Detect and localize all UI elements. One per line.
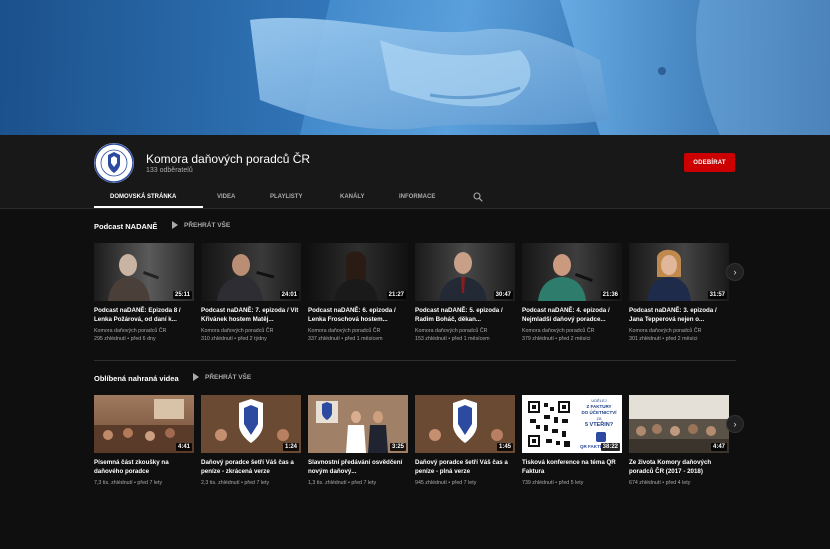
tab-videos[interactable]: VIDEA — [217, 186, 235, 208]
video-title[interactable]: Podcast naDANĚ: 7. epizoda / Vít Křiváne… — [201, 306, 301, 324]
video-duration: 25:11 — [172, 291, 192, 299]
video-duration: 21:36 — [600, 291, 620, 299]
video-title[interactable]: Daňový poradce šetří Váš čas a peníze - … — [201, 458, 301, 476]
subscribe-button[interactable]: ODEBÍRAT — [684, 153, 735, 172]
video-card[interactable]: 21:36 Podcast naDANĚ: 4. epizoda / Nejml… — [522, 243, 622, 343]
video-thumbnail[interactable]: 3:25 — [308, 395, 408, 453]
qr-promo-text: UDĚLEJ Z FAKTURY DO ÚČETNICTVÍ ZA 5 VTEŘ… — [577, 398, 621, 428]
play-icon — [172, 221, 178, 229]
video-title[interactable]: Tisková konference na téma QR Faktura — [522, 458, 622, 476]
video-card[interactable]: UDĚLEJ Z FAKTURY DO ÚČETNICTVÍ ZA 5 VTEŘ… — [522, 395, 622, 487]
section-title-popular[interactable]: Oblíbená nahraná videa — [94, 374, 179, 383]
video-thumbnail[interactable]: 4:47 — [629, 395, 729, 453]
video-thumbnail[interactable]: UDĚLEJ Z FAKTURY DO ÚČETNICTVÍ ZA 5 VTEŘ… — [522, 395, 622, 453]
video-thumbnail[interactable]: 24:01 — [201, 243, 301, 301]
video-channel[interactable]: Komora daňových poradců ČR — [522, 327, 622, 335]
video-thumbnail[interactable]: 4:41 — [94, 395, 194, 453]
qr-promo-line: 5 VTEŘIN? — [584, 422, 614, 428]
play-all-podcast[interactable]: PŘEHRÁT VŠE — [172, 221, 230, 229]
video-title[interactable]: Slavnostní předávání osvědčení novým daň… — [308, 458, 408, 476]
video-title[interactable]: Podcast naDANĚ: Epizoda 8 / Lenka Požáro… — [94, 306, 194, 324]
chamber-logo-icon — [94, 143, 134, 183]
video-duration: 4:41 — [175, 443, 192, 451]
video-duration: 1:45 — [496, 443, 513, 451]
section-title-podcast[interactable]: Podcast NADANĚ — [94, 222, 157, 231]
tab-home[interactable]: DOMOVSKÁ STRÁNKA — [110, 186, 176, 208]
header-divider — [0, 208, 830, 209]
video-stats: 153 zhlédnutí • před 1 měsícem — [415, 336, 490, 342]
video-title[interactable]: Písemná část zkoušky na daňového poradce — [94, 458, 194, 476]
video-duration: 30:47 — [493, 291, 513, 299]
video-channel[interactable]: Komora daňových poradců ČR — [94, 327, 194, 335]
video-channel[interactable]: Komora daňových poradců ČR — [308, 327, 408, 335]
play-all-popular[interactable]: PŘEHRÁT VŠE — [193, 373, 251, 381]
video-title[interactable]: Podcast naDANĚ: 5. epizoda / Radim Boháč… — [415, 306, 515, 324]
video-stats: 7,3 tis. zhlédnutí • před 7 lety — [94, 480, 163, 486]
handshake-banner-image — [0, 0, 830, 135]
video-thumbnail[interactable]: 1:24 — [201, 395, 301, 453]
tab-about[interactable]: INFORMACE — [399, 186, 435, 208]
video-stats: 295 zhlédnutí • před 6 dny — [94, 336, 156, 342]
video-duration: 3:25 — [389, 443, 406, 451]
tab-playlists[interactable]: PLAYLISTY — [270, 186, 302, 208]
video-card[interactable]: 21:27 Podcast naDANĚ: 6. epizoda / Lenka… — [308, 243, 408, 343]
video-channel[interactable]: Komora daňových poradců ČR — [415, 327, 515, 335]
video-thumbnail[interactable]: 1:45 — [415, 395, 515, 453]
video-stats: 337 zhlédnutí • před 1 měsícem — [308, 336, 383, 342]
next-arrow-button[interactable]: › — [726, 263, 744, 281]
video-stats: 310 zhlédnutí • před 2 týdny — [201, 336, 267, 342]
video-stats: 739 zhlédnutí • před 5 lety — [522, 480, 584, 486]
video-card[interactable]: 3:25 Slavnostní předávání osvědčení nový… — [308, 395, 408, 487]
video-stats: 674 zhlédnutí • před 4 lety — [629, 480, 691, 486]
video-duration: 24:01 — [279, 291, 299, 299]
chevron-right-icon: › — [733, 267, 737, 277]
video-stats: 379 zhlédnutí • před 2 měsíci — [522, 336, 591, 342]
subscriber-count: 133 odběratelů — [146, 167, 193, 174]
video-thumbnail[interactable]: 31:57 — [629, 243, 729, 301]
play-icon — [193, 373, 199, 381]
video-thumbnail[interactable]: 30:47 — [415, 243, 515, 301]
video-channel[interactable]: Komora daňových poradců ČR — [201, 327, 301, 335]
video-thumbnail[interactable]: 21:27 — [308, 243, 408, 301]
video-duration: 38:22 — [600, 443, 620, 451]
next-arrow-button[interactable]: › — [726, 415, 744, 433]
video-duration: 4:47 — [710, 443, 727, 451]
video-thumbnail[interactable]: 25:11 — [94, 243, 194, 301]
section-divider — [94, 360, 736, 361]
play-all-label: PŘEHRÁT VŠE — [184, 221, 231, 229]
video-card[interactable]: 4:47 Ze života Komory daňových poradců Č… — [629, 395, 729, 487]
video-card[interactable]: 1:24 Daňový poradce šetří Váš čas a pení… — [201, 395, 301, 487]
video-card[interactable]: 25:11 Podcast naDANĚ: Epizoda 8 / Lenka … — [94, 243, 194, 343]
video-stats: 301 zhlédnutí • před 2 měsíci — [629, 336, 698, 342]
channel-avatar[interactable] — [94, 143, 134, 183]
video-channel[interactable]: Komora daňových poradců ČR — [629, 327, 729, 335]
channel-title: Komora daňových poradců ČR — [146, 152, 311, 166]
video-card[interactable]: 24:01 Podcast naDANĚ: 7. epizoda / Vít K… — [201, 243, 301, 343]
tab-channels[interactable]: KANÁLY — [340, 186, 364, 208]
video-card[interactable]: 30:47 Podcast naDANĚ: 5. epizoda / Radim… — [415, 243, 515, 343]
video-stats: 1,3 tis. zhlédnutí • před 7 lety — [308, 480, 377, 486]
video-title[interactable]: Podcast naDANĚ: 6. epizoda / Lenka Frosc… — [308, 306, 408, 324]
video-title[interactable]: Daňový poradce šetří Váš čas a peníze - … — [415, 458, 515, 476]
video-title[interactable]: Podcast naDANĚ: 4. epizoda / Nejmladší d… — [522, 306, 622, 324]
video-duration: 21:27 — [386, 291, 406, 299]
search-icon[interactable] — [473, 192, 483, 202]
video-stats: 945 zhlédnutí • před 7 lety — [415, 480, 477, 486]
channel-banner — [0, 0, 830, 135]
video-card[interactable]: 1:45 Daňový poradce šetří Váš čas a pení… — [415, 395, 515, 487]
video-duration: 1:24 — [282, 443, 299, 451]
video-card[interactable]: 4:41 Písemná část zkoušky na daňového po… — [94, 395, 194, 487]
video-duration: 31:57 — [707, 291, 727, 299]
video-card[interactable]: 31:57 Podcast naDANĚ: 3. epizoda / Jana … — [629, 243, 729, 343]
video-stats: 2,3 tis. zhlédnutí • před 7 lety — [201, 480, 270, 486]
video-title[interactable]: Ze života Komory daňových poradců ČR (20… — [629, 458, 729, 476]
qr-faktura-logo-icon — [596, 432, 606, 442]
video-thumbnail[interactable]: 21:36 — [522, 243, 622, 301]
chevron-right-icon: › — [733, 419, 737, 429]
play-all-label: PŘEHRÁT VŠE — [205, 373, 252, 381]
video-title[interactable]: Podcast naDANĚ: 3. epizoda / Jana Tepper… — [629, 306, 729, 324]
